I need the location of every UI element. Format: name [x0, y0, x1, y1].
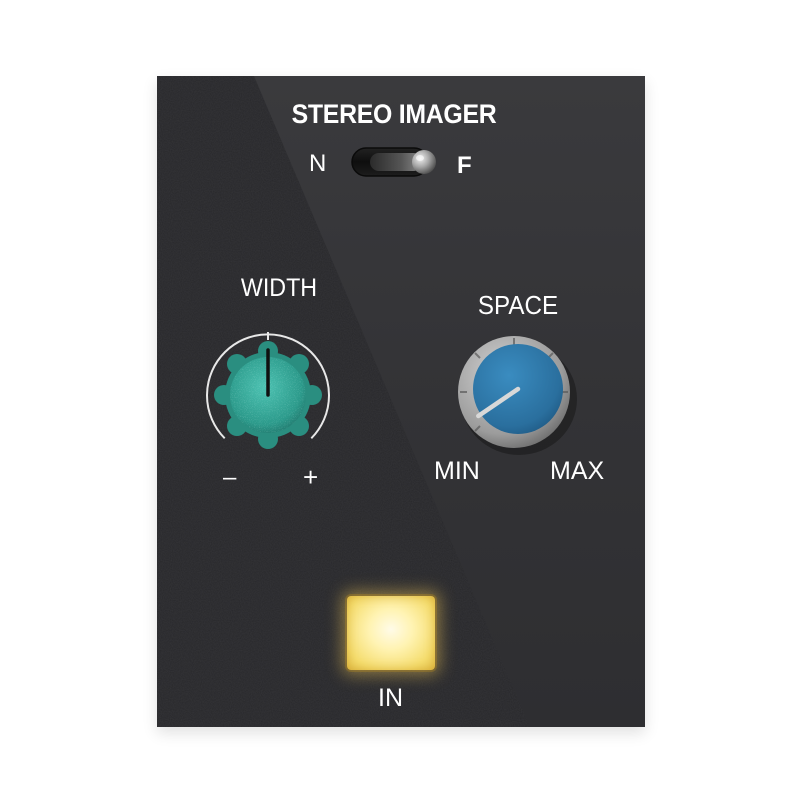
toggle-switch-icon[interactable]	[350, 142, 450, 190]
space-max-label: MAX	[550, 457, 605, 485]
space-min-label: MIN	[434, 457, 480, 485]
toggle-right-label: F	[457, 152, 472, 179]
width-min-label: –	[223, 464, 237, 491]
in-button[interactable]	[347, 596, 435, 670]
space-knob[interactable]	[451, 329, 581, 459]
space-knob-label: SPACE	[477, 290, 559, 320]
toggle-left-label: N	[309, 150, 327, 177]
panel-title: STEREO IMAGER	[291, 99, 497, 129]
width-knob[interactable]	[193, 320, 343, 470]
in-button-label: IN	[378, 684, 403, 712]
width-max-label: +	[303, 462, 319, 492]
width-knob-label: WIDTH	[240, 274, 318, 302]
stereo-imager-panel: STEREO IMAGER N F WIDTH – + SPACE MIN MA…	[157, 76, 645, 727]
